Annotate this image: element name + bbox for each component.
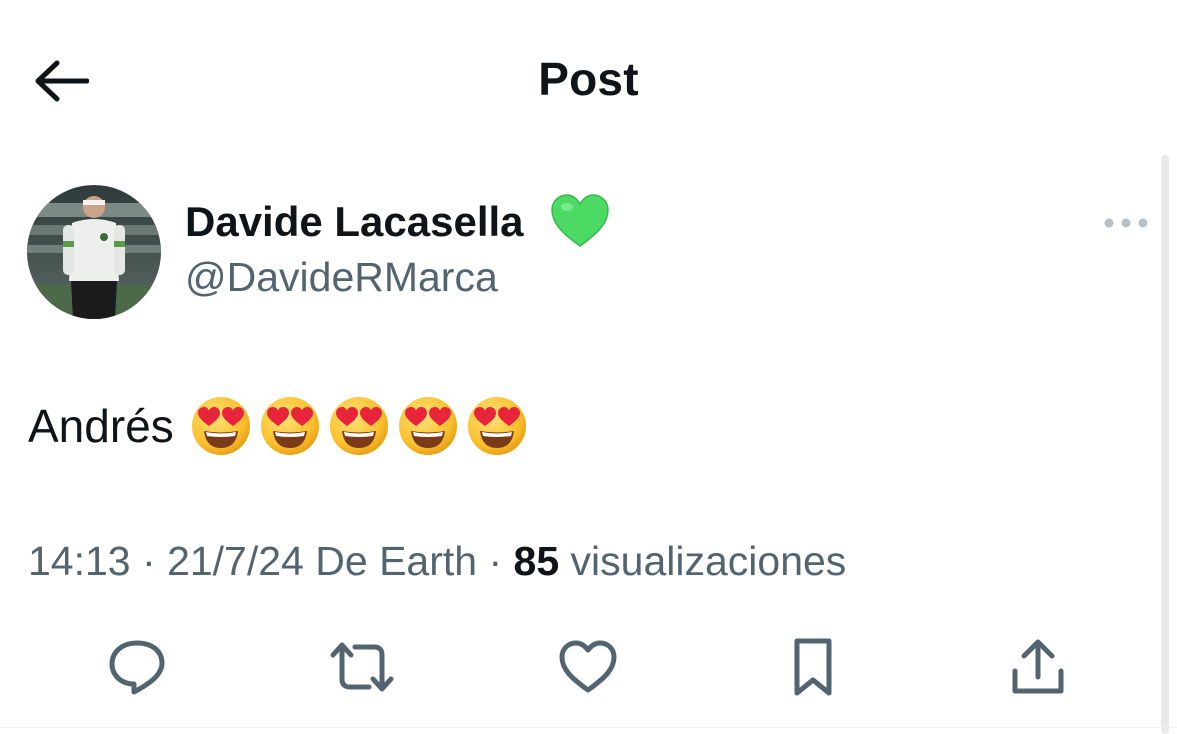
- post-time[interactable]: 14:13: [28, 538, 131, 584]
- heart-eyes-emoji-icon: [398, 397, 457, 455]
- avatar[interactable]: [27, 185, 161, 319]
- bookmark-button[interactable]: [780, 634, 846, 700]
- reply-button[interactable]: [104, 634, 170, 700]
- author-display-name[interactable]: Davide Lacasella: [185, 198, 524, 246]
- divider: [0, 727, 1177, 728]
- bookmark-icon: [794, 638, 832, 696]
- repost-button[interactable]: [329, 634, 395, 700]
- emoji-row: [190, 395, 535, 457]
- repost-arrows-icon: [330, 642, 394, 692]
- scrollbar[interactable]: [1161, 155, 1169, 734]
- meta-separator: ·: [488, 538, 514, 584]
- more-options-button[interactable]: [1099, 206, 1153, 240]
- heart-eyes-emoji-icon: [467, 397, 526, 455]
- post-meta: 14:13 · 21/7/24 De Earth · 85 visualizac…: [28, 538, 846, 585]
- author-handle[interactable]: @DavideRMarca: [185, 254, 498, 301]
- heart-outline-icon: [559, 640, 617, 693]
- post-text-content: Andrés: [28, 400, 174, 452]
- post-text: Andrés: [28, 396, 535, 456]
- share-button[interactable]: [1005, 634, 1071, 700]
- green-heart-icon: [550, 193, 610, 249]
- heart-eyes-emoji-icon: [191, 397, 250, 455]
- like-button[interactable]: [555, 634, 621, 700]
- views-count: 85: [513, 538, 560, 584]
- post-source: De Earth: [315, 538, 478, 584]
- heart-eyes-emoji-icon: [260, 397, 319, 455]
- post-date[interactable]: 21/7/24: [167, 538, 304, 584]
- post-detail-screen: Post Davide Lacasella @DavideRMarca Andr…: [0, 0, 1177, 734]
- speech-bubble-icon: [109, 640, 165, 695]
- share-upload-icon: [1012, 639, 1064, 694]
- more-dots-icon: [1104, 218, 1148, 228]
- views-label: visualizaciones: [570, 538, 847, 584]
- page-title: Post: [538, 53, 639, 105]
- heart-eyes-emoji-icon: [329, 397, 388, 455]
- meta-separator: ·: [142, 538, 168, 584]
